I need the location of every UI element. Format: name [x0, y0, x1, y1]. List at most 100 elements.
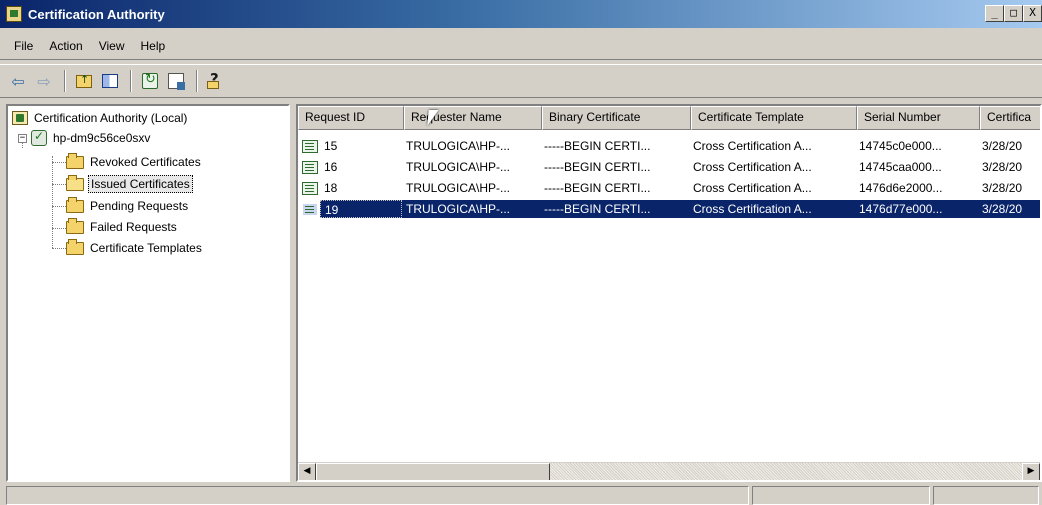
- tree-node-server[interactable]: − hp-dm9c56ce0sxv: [18, 128, 152, 148]
- refresh-icon: [142, 72, 158, 89]
- menu-help[interactable]: Help: [133, 37, 174, 55]
- export-list-icon: [168, 73, 185, 90]
- forward-button[interactable]: ⇨: [32, 70, 56, 92]
- cell-request-id: 18: [324, 181, 338, 195]
- cell-binary-certificate: -----BEGIN CERTI...: [544, 139, 651, 153]
- tree-item-certificate-templates[interactable]: Certificate Templates: [66, 238, 204, 258]
- tree-connector: [52, 184, 66, 185]
- cell-effective-date: 3/28/20: [982, 139, 1023, 153]
- help-button[interactable]: [204, 70, 228, 92]
- tree-item-revoked-certificates[interactable]: Revoked Certificates: [66, 152, 203, 172]
- tree-node-label: hp-dm9c56ce0sxv: [53, 131, 151, 145]
- column-header-request-id[interactable]: Request ID: [298, 106, 404, 130]
- close-button[interactable]: X: [1023, 5, 1042, 22]
- maximize-button[interactable]: □: [1004, 5, 1023, 22]
- mouse-pointer: [427, 110, 439, 126]
- up-one-level-button[interactable]: [72, 70, 96, 92]
- cell-binary-certificate: -----BEGIN CERTI...: [544, 181, 651, 195]
- toolbar: ⇦ ⇨: [0, 64, 1042, 98]
- horizontal-scrollbar[interactable]: ◀ ▶: [298, 462, 1040, 480]
- tree-node-label: Pending Requests: [90, 199, 189, 213]
- cell-requester-name: TRULOGICA\HP-...: [406, 139, 511, 153]
- tree-connector: [52, 156, 53, 248]
- toolbar-separator: [130, 70, 132, 92]
- export-list-button[interactable]: [164, 70, 188, 92]
- cell-serial-number: 1476d6e2000...: [859, 181, 943, 195]
- menu-bar: File Action View Help: [0, 32, 1042, 60]
- tree-item-pending-requests[interactable]: Pending Requests: [66, 196, 190, 216]
- scrollbar-thumb[interactable]: [316, 463, 550, 480]
- menu-view[interactable]: View: [91, 37, 133, 55]
- window-controls: _ □ X: [985, 5, 1042, 22]
- certificate-icon: [302, 139, 318, 153]
- cell-effective-date: 3/28/20: [982, 181, 1023, 195]
- window-title: Certification Authority: [28, 6, 165, 22]
- console-tree[interactable]: Certification Authority (Local) − hp-dm9…: [6, 104, 290, 482]
- table-row[interactable]: 18 TRULOGICA\HP-... -----BEGIN CERTI... …: [298, 178, 1040, 198]
- tree-connector: [52, 206, 66, 207]
- column-header-certificate-effective-date[interactable]: Certifica: [980, 106, 1040, 130]
- help-icon: [207, 70, 225, 90]
- certification-authority-icon: [12, 111, 28, 125]
- certificate-icon: [302, 160, 318, 174]
- menu-file[interactable]: File: [6, 37, 41, 55]
- results-list[interactable]: Request ID Requester Name Binary Certifi…: [296, 104, 1042, 482]
- certificate-icon: [302, 202, 318, 216]
- menu-action[interactable]: Action: [41, 37, 90, 55]
- tree-connector: [52, 248, 66, 249]
- folder-icon: [66, 152, 84, 169]
- column-header-requester-name[interactable]: Requester Name: [404, 106, 542, 130]
- tree-node-label: Certification Authority (Local): [34, 111, 188, 125]
- show-hide-tree-button[interactable]: [98, 70, 122, 92]
- status-panel-main: [6, 486, 750, 505]
- tree-node-label: Failed Requests: [90, 220, 177, 234]
- tree-item-failed-requests[interactable]: Failed Requests: [66, 217, 179, 237]
- folder-icon: [66, 196, 84, 213]
- scroll-right-button[interactable]: ▶: [1022, 463, 1040, 480]
- folder-icon: [66, 217, 84, 234]
- show-hide-tree-icon: [102, 74, 118, 88]
- tree-connector: [52, 228, 66, 229]
- cell-certificate-template: Cross Certification A...: [693, 160, 812, 174]
- table-row-selected[interactable]: 19 TRULOGICA\HP-... -----BEGIN CERTI... …: [298, 199, 1040, 219]
- tree-node-label: Issued Certificates: [88, 175, 193, 193]
- open-folder-icon: [66, 174, 84, 191]
- cell-effective-date: 3/28/20: [982, 160, 1023, 174]
- back-arrow-icon: ⇦: [11, 71, 25, 91]
- tree-node-root[interactable]: Certification Authority (Local): [12, 108, 189, 128]
- cell-binary-certificate: -----BEGIN CERTI...: [540, 200, 689, 218]
- tree-item-issued-certificates[interactable]: Issued Certificates: [66, 174, 193, 194]
- minimize-button[interactable]: _: [985, 5, 1004, 22]
- certification-authority-icon: [6, 6, 22, 22]
- cell-certificate-template: Cross Certification A...: [693, 139, 812, 153]
- cell-effective-date: 3/28/20: [978, 200, 1040, 218]
- cell-serial-number: 14745caa000...: [859, 160, 942, 174]
- status-bar: [0, 486, 1042, 505]
- ca-server-icon: [31, 129, 47, 146]
- cell-requester-name: TRULOGICA\HP-...: [406, 181, 511, 195]
- status-panel-3: [933, 486, 1039, 505]
- title-bar[interactable]: Certification Authority _ □ X: [0, 0, 1042, 28]
- tree-node-label: Certificate Templates: [90, 241, 202, 255]
- cell-request-id: 19: [320, 200, 402, 218]
- toolbar-separator: [196, 70, 198, 92]
- cell-requester-name: TRULOGICA\HP-...: [406, 160, 511, 174]
- cell-request-id: 16: [324, 160, 338, 174]
- scroll-left-button[interactable]: ◀: [298, 463, 316, 480]
- certificate-icon: [302, 181, 318, 195]
- tree-node-label: Revoked Certificates: [90, 155, 201, 169]
- forward-arrow-icon: ⇨: [37, 71, 51, 91]
- column-header-serial-number[interactable]: Serial Number: [857, 106, 980, 130]
- table-row[interactable]: 16 TRULOGICA\HP-... -----BEGIN CERTI... …: [298, 157, 1040, 177]
- cell-serial-number: 14745c0e000...: [859, 139, 942, 153]
- cell-requester-name: TRULOGICA\HP-...: [402, 200, 540, 218]
- back-button[interactable]: ⇦: [6, 70, 30, 92]
- refresh-button[interactable]: [138, 70, 162, 92]
- column-header-binary-certificate[interactable]: Binary Certificate: [542, 106, 691, 130]
- table-row[interactable]: 15 TRULOGICA\HP-... -----BEGIN CERTI... …: [298, 136, 1040, 156]
- list-header: Request ID Requester Name Binary Certifi…: [298, 106, 1040, 130]
- column-header-certificate-template[interactable]: Certificate Template: [691, 106, 857, 130]
- collapse-icon[interactable]: −: [18, 133, 27, 143]
- folder-icon: [66, 238, 84, 255]
- status-panel-2: [752, 486, 931, 505]
